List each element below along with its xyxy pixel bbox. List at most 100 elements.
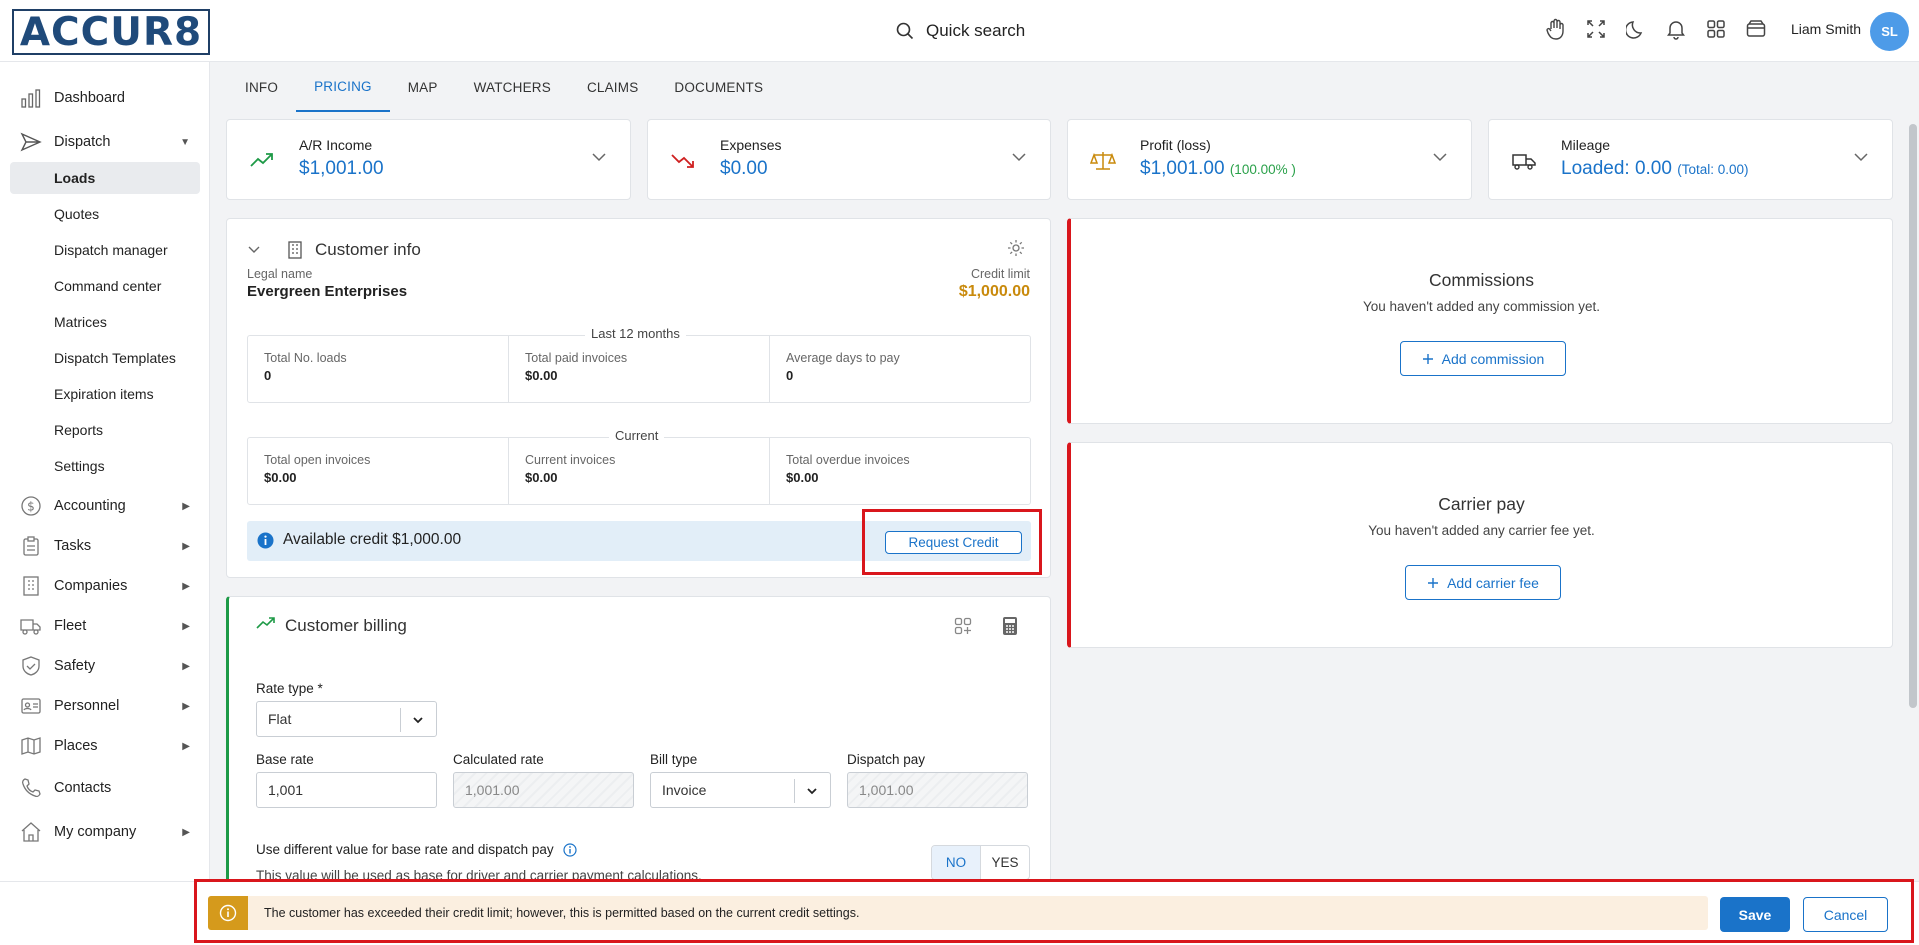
bell-icon[interactable] <box>1666 18 1686 40</box>
chevron-down-icon[interactable] <box>590 148 608 166</box>
trending-down-icon <box>670 150 696 172</box>
mileage-card[interactable]: Mileage Loaded: 0.00 (Total: 0.00) <box>1488 119 1893 200</box>
bill-type-select[interactable]: Invoice <box>650 772 831 808</box>
chevron-down-icon[interactable] <box>1010 148 1028 166</box>
carrier-pay-card: Carrier pay You haven't added any carrie… <box>1067 442 1893 648</box>
map-icon <box>20 735 42 757</box>
stat-label: Current invoices <box>525 453 616 467</box>
mileage-total: (Total: 0.00) <box>1677 162 1749 177</box>
income-label: A/R Income <box>299 137 373 153</box>
sidebar-item-my-company[interactable]: My company ▶ <box>10 816 200 848</box>
sidebar-item-fleet[interactable]: Fleet ▶ <box>10 610 200 642</box>
sidebar-label: Safety <box>54 658 96 674</box>
app-logo[interactable]: ACCUR8 <box>12 9 210 55</box>
sidebar-label: Contacts <box>54 780 112 796</box>
home-icon <box>20 821 42 843</box>
sidebar: Dashboard Dispatch ▼ Loads Quotes Dispat… <box>0 62 210 881</box>
sidebar-subitem-loads[interactable]: Loads <box>10 162 200 194</box>
hand-icon[interactable] <box>1546 18 1566 40</box>
sidebar-item-companies[interactable]: Companies ▶ <box>10 570 200 602</box>
highlight-request-credit <box>862 509 1042 575</box>
send-icon <box>20 131 42 153</box>
calculator-icon[interactable] <box>1002 616 1018 636</box>
add-carrier-fee-button[interactable]: Add carrier fee <box>1405 565 1561 600</box>
sidebar-subitem-expiration-items[interactable]: Expiration items <box>10 378 200 410</box>
dollar-icon: $ <box>20 495 42 517</box>
chevron-down-icon[interactable] <box>1431 148 1449 166</box>
stat-value: $0.00 <box>525 368 558 383</box>
rate-type-select[interactable]: Flat <box>256 701 437 737</box>
profit-card[interactable]: Profit (loss) $1,001.00 (100.00% ) <box>1067 119 1472 200</box>
sidebar-label: Fleet <box>54 618 87 634</box>
carrier-pay-title: Carrier pay <box>1438 494 1525 514</box>
sidebar-item-contacts[interactable]: Contacts <box>10 772 200 804</box>
add-commission-button[interactable]: Add commission <box>1400 341 1566 376</box>
chevron-down-icon[interactable] <box>247 243 261 257</box>
sidebar-item-tasks[interactable]: Tasks ▶ <box>10 530 200 562</box>
bar-chart-icon <box>20 87 42 109</box>
tab-info[interactable]: INFO <box>227 62 296 112</box>
bill-type-label: Bill type <box>650 752 698 767</box>
tab-documents[interactable]: DOCUMENTS <box>656 62 781 112</box>
sidebar-label: Personnel <box>54 698 120 714</box>
chevron-down-icon[interactable] <box>1852 148 1870 166</box>
sidebar-subitem-dispatch-manager[interactable]: Dispatch manager <box>10 234 200 266</box>
stat-cell: Average days to pay 0 <box>770 336 1030 402</box>
sidebar-item-accounting[interactable]: $ Accounting ▶ <box>10 490 200 522</box>
sidebar-label: My company <box>54 824 137 840</box>
sidebar-subitem-matrices[interactable]: Matrices <box>10 306 200 338</box>
income-card[interactable]: A/R Income $1,001.00 <box>226 119 631 200</box>
search-icon <box>896 22 914 40</box>
base-rate-input[interactable]: 1,001 <box>256 772 437 808</box>
sidebar-label: Companies <box>54 578 128 594</box>
customer-billing-card: Customer billing Rate type * Flat Base r… <box>226 596 1051 886</box>
apps-grid-icon[interactable] <box>1706 18 1726 40</box>
mileage-label: Mileage <box>1561 137 1611 153</box>
wallet-icon[interactable] <box>1746 18 1766 40</box>
sidebar-subitem-dispatch-templates[interactable]: Dispatch Templates <box>10 342 200 374</box>
sidebar-subitem-command-center[interactable]: Command center <box>10 270 200 302</box>
moon-icon[interactable] <box>1626 18 1646 40</box>
chevron-down-icon <box>412 714 424 726</box>
trending-up-icon <box>256 616 276 632</box>
stat-label: Total No. loads <box>264 351 347 365</box>
quick-search[interactable]: Quick search <box>896 19 1025 43</box>
toggle-yes[interactable]: YES <box>981 846 1029 879</box>
add-widget-icon[interactable] <box>954 617 972 635</box>
sidebar-item-personnel[interactable]: Personnel ▶ <box>10 690 200 722</box>
chevron-right-icon: ▶ <box>182 660 190 672</box>
fullscreen-icon[interactable] <box>1586 18 1606 40</box>
sidebar-item-dashboard[interactable]: Dashboard <box>10 82 200 114</box>
user-name[interactable]: Liam Smith <box>1791 21 1861 37</box>
credit-limit-label: Credit limit <box>970 267 1030 281</box>
tab-map[interactable]: MAP <box>390 62 456 112</box>
sidebar-item-places[interactable]: Places ▶ <box>10 730 200 762</box>
sidebar-subitem-reports[interactable]: Reports <box>10 414 200 446</box>
stat-value: 0 <box>786 368 794 383</box>
avatar[interactable]: SL <box>1870 12 1909 51</box>
plus-icon <box>1427 577 1439 589</box>
add-carrier-fee-label: Add carrier fee <box>1447 574 1539 591</box>
sidebar-subitem-settings[interactable]: Settings <box>10 450 200 482</box>
scrollbar[interactable] <box>1907 62 1919 881</box>
tab-claims[interactable]: CLAIMS <box>569 62 656 112</box>
clipboard-icon <box>20 535 42 557</box>
sidebar-label: Tasks <box>54 538 92 554</box>
sidebar-item-dispatch[interactable]: Dispatch ▼ <box>10 126 200 158</box>
legal-name-label: Legal name <box>247 267 313 281</box>
tab-watchers[interactable]: WATCHERS <box>456 62 569 112</box>
sidebar-item-safety[interactable]: Safety ▶ <box>10 650 200 682</box>
toggle-no[interactable]: NO <box>932 846 981 879</box>
scrollbar-thumb[interactable] <box>1909 124 1917 708</box>
dispatch-pay-input: 1,001.00 <box>847 772 1028 808</box>
dispatch-pay-label: Dispatch pay <box>847 752 926 767</box>
mileage-value: Loaded: 0.00 <box>1561 158 1672 179</box>
gear-icon[interactable] <box>1007 239 1025 257</box>
stat-cell: Total open invoices $0.00 <box>248 438 509 504</box>
chevron-right-icon: ▶ <box>182 500 190 512</box>
expenses-card[interactable]: Expenses $0.00 <box>647 119 1051 200</box>
sidebar-subitem-quotes[interactable]: Quotes <box>10 198 200 230</box>
info-icon[interactable] <box>563 843 578 857</box>
diff-value-label: Use different value for base rate and di… <box>256 842 554 857</box>
tab-pricing[interactable]: PRICING <box>296 62 390 112</box>
